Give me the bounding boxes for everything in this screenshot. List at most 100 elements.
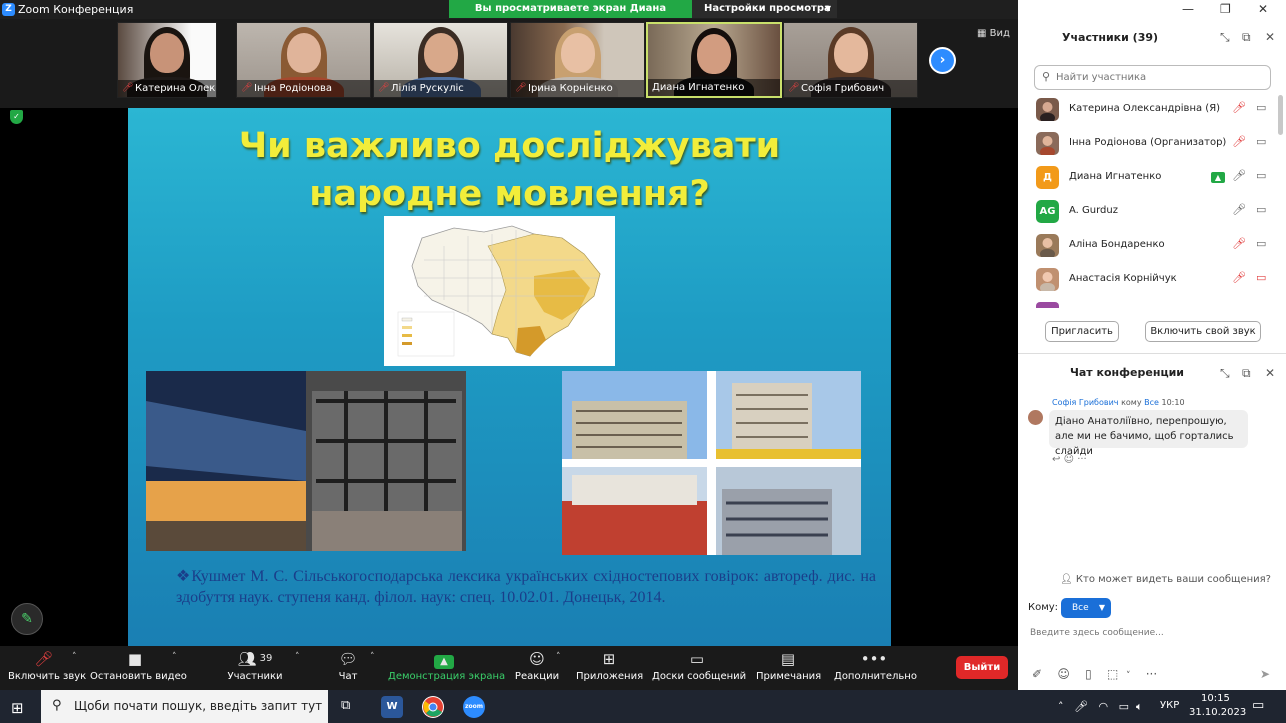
view-options-button[interactable]: Настройки просмотра ▼ xyxy=(692,0,837,18)
participant-row[interactable]: Д Диана Игнатенко ▲ 🎤︎ ▭ xyxy=(1034,162,1274,194)
mute-button[interactable]: 🎤︎ Включить звук ˄ xyxy=(8,648,86,684)
maximize-icon[interactable]: ❐ xyxy=(1220,2,1231,16)
more-button[interactable]: ••• Дополнительно xyxy=(834,648,917,684)
thumbnail-participant[interactable]: 🎤︎ Лілія Рускуліс xyxy=(373,22,508,98)
mic-icon[interactable]: 🎤︎ xyxy=(1232,169,1246,182)
mic-icon[interactable]: 🎤︎ xyxy=(1074,700,1088,713)
unmute-self-button[interactable]: Включить свой звук xyxy=(1145,321,1261,342)
reply-icon[interactable]: ↩ xyxy=(1052,454,1060,465)
thumbnail-active-speaker[interactable]: Диана Игнатенко xyxy=(646,22,782,98)
apps-button[interactable]: ⊞ Приложения xyxy=(576,648,643,684)
close-icon[interactable]: ✕ xyxy=(1265,366,1275,380)
chevron-up-icon[interactable]: ˄ xyxy=(172,652,177,662)
file-icon[interactable]: ▯ xyxy=(1085,667,1092,681)
participant-name: Інна Родіонова (Организатор) xyxy=(1069,137,1227,148)
notes-button[interactable]: ▤ Примечания xyxy=(756,648,821,684)
mic-off-icon[interactable]: 🎤︎ xyxy=(1232,135,1246,148)
thumbnail-participant[interactable]: 🎤︎ Інна Родіонова xyxy=(236,22,371,98)
video-button[interactable]: ■ Остановить видео ˄ xyxy=(90,648,187,684)
chat-button[interactable]: 💬︎ Чат ˄ xyxy=(332,648,374,684)
emoji-icon[interactable]: ☺ xyxy=(1057,667,1070,681)
muted-mic-icon: 🎤︎ xyxy=(515,83,527,93)
window-title: Zoom Конференция xyxy=(18,3,134,16)
mic-icon[interactable]: 🎤︎ xyxy=(1232,203,1246,216)
thumbnail-participant[interactable]: 🎤︎ Софія Грибович xyxy=(783,22,918,98)
chevron-down-icon: ▼ xyxy=(824,4,831,13)
pencil-icon[interactable]: ✎ xyxy=(11,603,43,635)
participant-row[interactable]: Аліна Бондаренко 🎤︎ ▭ xyxy=(1034,230,1274,262)
recipient-select[interactable]: Все ▼ xyxy=(1061,598,1111,618)
close-icon[interactable]: ✕ xyxy=(1265,30,1275,44)
word-icon[interactable]: W xyxy=(381,696,403,718)
windows-start-icon[interactable]: ⊞ xyxy=(11,699,24,717)
clock-date[interactable]: 31.10.2023 xyxy=(1189,707,1246,718)
participants-button[interactable]: 👥︎ 39 Участники ˄ xyxy=(225,648,299,684)
wifi-icon[interactable]: ◠ xyxy=(1098,700,1108,713)
thumbnail-participant[interactable]: 🎤︎ Ірина Корнієнко xyxy=(510,22,645,98)
thumbnail-name: Ірина Корнієнко xyxy=(528,83,613,94)
speaker-icon[interactable]: 🔈︎ xyxy=(1136,700,1143,713)
chat-button-label: Чат xyxy=(338,671,358,682)
chat-message-input[interactable] xyxy=(1030,624,1270,642)
minimize-icon[interactable]: — xyxy=(1182,2,1194,16)
next-page-button[interactable]: › xyxy=(929,47,956,74)
chevron-up-icon[interactable]: ˄ xyxy=(1058,700,1064,713)
shared-slide: Чи важливо досліджувати народне мовлення… xyxy=(128,108,891,646)
participant-row[interactable]: AG A. Gurduz 🎤︎ ▭ xyxy=(1034,196,1274,228)
add-reaction-icon[interactable]: ☺ xyxy=(1064,454,1074,465)
video-camera-icon[interactable]: ▭ xyxy=(1256,169,1266,182)
mic-off-icon[interactable]: 🎤︎ xyxy=(1232,271,1246,284)
clock-time[interactable]: 10:15 xyxy=(1201,693,1230,704)
thumbnail-name: Інна Родіонова xyxy=(254,83,332,94)
video-camera-icon[interactable]: ▭ xyxy=(1256,135,1266,148)
message-to-word: кому xyxy=(1121,398,1142,407)
close-window-icon[interactable]: ✕ xyxy=(1258,2,1268,16)
thumbnail-participant[interactable]: 🎤︎Катерина Олександрі... xyxy=(117,22,217,98)
chevron-up-icon[interactable]: ˄ xyxy=(295,652,300,662)
popout-icon[interactable]: ⧉ xyxy=(1242,366,1251,381)
whiteboards-button[interactable]: ▭ Доски сообщений xyxy=(652,648,746,684)
language-indicator[interactable]: УКР xyxy=(1160,700,1179,711)
shield-icon[interactable]: ✓ xyxy=(10,110,23,124)
participants-scrollbar[interactable] xyxy=(1278,95,1283,135)
popout-icon[interactable]: ⧉ xyxy=(1242,30,1251,45)
chevron-down-icon[interactable]: ˅ xyxy=(1126,671,1131,681)
chevron-down-icon: ▼ xyxy=(1098,603,1105,612)
participant-row[interactable]: Інна Родіонова (Организатор) 🎤︎ ▭ xyxy=(1034,128,1274,160)
send-icon[interactable]: ➤ xyxy=(1260,667,1270,681)
chevron-up-icon[interactable]: ˄ xyxy=(556,652,561,662)
video-camera-icon[interactable]: ▭ xyxy=(1256,237,1266,250)
participant-search-input[interactable] xyxy=(1056,68,1256,86)
more-dots-icon[interactable]: ··· xyxy=(1146,667,1157,681)
chrome-icon[interactable] xyxy=(422,696,444,718)
task-view-icon[interactable]: ⧉ xyxy=(341,698,350,713)
chevron-up-icon[interactable]: ˄ xyxy=(72,652,77,662)
participant-row[interactable]: Анастасія Корнійчук 🎤︎ ▭ xyxy=(1034,264,1274,296)
participant-row[interactable]: Катерина Олександрівна (Я) 🎤︎ ▭ xyxy=(1034,94,1274,126)
who-can-see-link[interactable]: 👤︎ Кто может видеть ваши сообщения? xyxy=(1060,574,1271,585)
message-sender[interactable]: Софія Грибович xyxy=(1052,398,1119,407)
collapse-icon[interactable]: ⤡ xyxy=(1220,366,1230,381)
apps-icon: ⊞ xyxy=(602,650,616,668)
video-off-icon[interactable]: ▭ xyxy=(1256,271,1266,284)
mic-off-icon[interactable]: 🎤︎ xyxy=(1232,101,1246,114)
battery-icon[interactable]: ▭ xyxy=(1119,700,1129,713)
collapse-icon[interactable]: ⤡ xyxy=(1220,30,1230,45)
video-camera-icon[interactable]: ▭ xyxy=(1256,203,1266,216)
chat-tools: ✐ ☺ ▯ ⬚ ˅ ··· xyxy=(1032,667,1157,681)
invite-button[interactable]: Пригласить xyxy=(1045,321,1119,342)
chevron-up-icon[interactable]: ˄ xyxy=(370,652,375,662)
zoom-app-icon[interactable]: zoom xyxy=(463,696,485,718)
leave-button[interactable]: Выйти xyxy=(956,656,1008,679)
mic-off-icon[interactable]: 🎤︎ xyxy=(1232,237,1246,250)
video-camera-icon[interactable]: ▭ xyxy=(1256,101,1266,114)
more-dots-icon[interactable]: ··· xyxy=(1077,454,1087,465)
screenshot-icon[interactable]: ⬚ xyxy=(1107,667,1118,681)
notifications-icon[interactable]: ▭ xyxy=(1252,698,1264,713)
avatar: AG xyxy=(1036,200,1059,223)
taskbar-search-placeholder: Щоби почати пошук, введіть запит тут xyxy=(74,699,323,713)
share-screen-button[interactable]: ▲ Демонстрация экрана xyxy=(388,648,505,684)
format-icon[interactable]: ✐ xyxy=(1032,667,1042,681)
view-button[interactable]: ▦ Вид xyxy=(977,28,1010,39)
reactions-button[interactable]: ☺ Реакции ˄ xyxy=(514,648,561,684)
